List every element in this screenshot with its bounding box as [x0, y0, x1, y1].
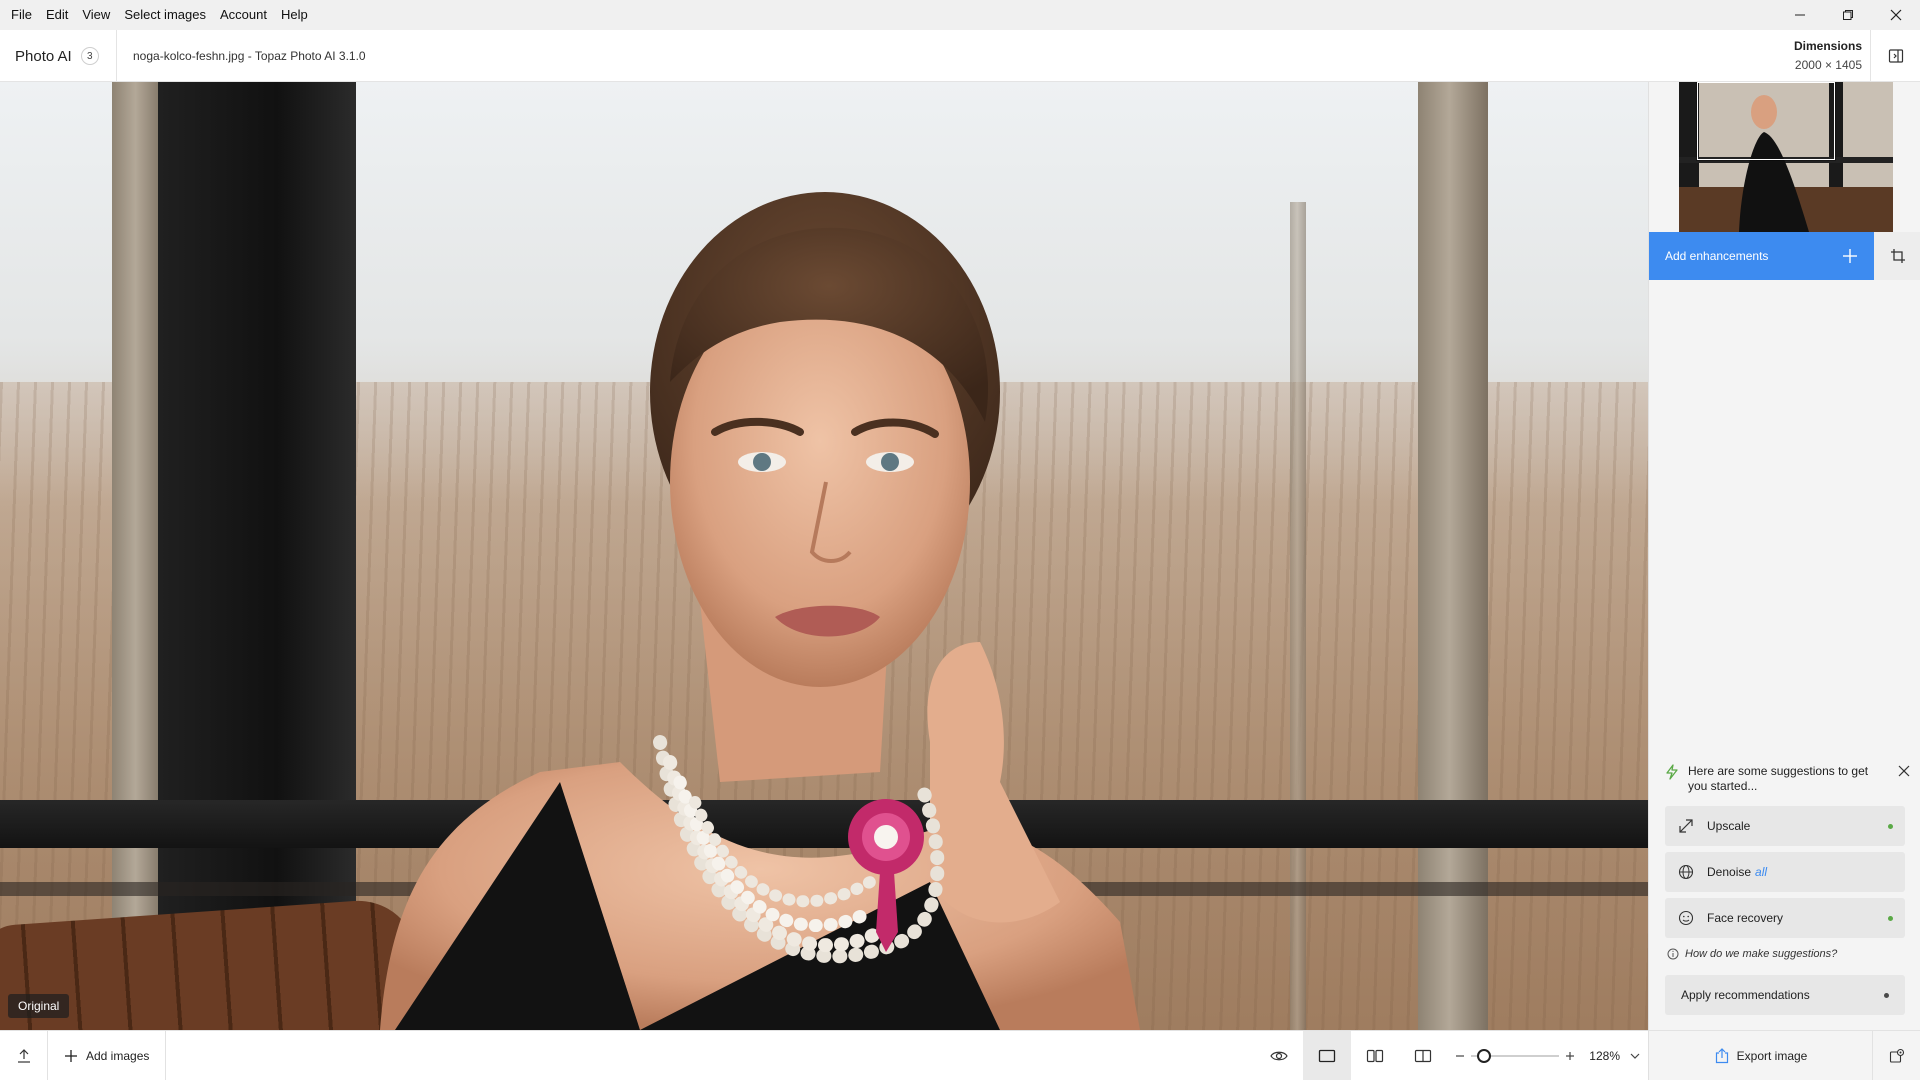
close-window-button[interactable]	[1872, 0, 1920, 30]
eye-icon	[1270, 1051, 1288, 1061]
suggestion-denoise[interactable]: Denoise all	[1665, 852, 1905, 892]
navigator-viewport[interactable]	[1697, 82, 1835, 160]
single-view-button[interactable]	[1303, 1031, 1352, 1080]
menu-select-images[interactable]: Select images	[117, 0, 213, 30]
apply-recommendations-label: Apply recommendations	[1681, 988, 1810, 1002]
minimize-icon	[1795, 14, 1805, 16]
view-mode-label: Original	[8, 994, 70, 1018]
split-view-icon	[1415, 1049, 1432, 1063]
crop-button[interactable]	[1874, 232, 1920, 280]
panel-toggle-button[interactable]	[1870, 30, 1920, 82]
zoom-in-icon[interactable]	[1565, 1051, 1575, 1061]
upload-button[interactable]	[0, 1031, 48, 1080]
how-suggestions-text: How do we make suggestions?	[1685, 948, 1838, 960]
apply-recommendations-button[interactable]: Apply recommendations	[1665, 975, 1905, 1015]
add-enhancements-label: Add enhancements	[1665, 249, 1769, 263]
dimensions-value: 2000 × 1405	[1794, 58, 1862, 72]
menu-file[interactable]: File	[0, 0, 39, 30]
suggestion-face-recovery[interactable]: Face recovery	[1665, 898, 1905, 938]
window-controls	[1776, 0, 1920, 30]
menu-help[interactable]: Help	[274, 0, 315, 30]
suggestion-tag: all	[1755, 865, 1768, 879]
menu-bar: File Edit View Select images Account Hel…	[0, 0, 1920, 30]
dimensions-info: Dimensions 2000 × 1405	[1794, 39, 1862, 72]
zoom-value[interactable]: 128%	[1589, 1049, 1620, 1063]
apply-status-dot	[1884, 992, 1889, 998]
upload-icon	[17, 1049, 30, 1063]
menu-view[interactable]: View	[75, 0, 117, 30]
side-by-side-view-button[interactable]	[1351, 1031, 1399, 1080]
app-name: Photo AI	[15, 47, 72, 65]
restore-button[interactable]	[1824, 0, 1872, 30]
close-suggestions-icon[interactable]	[1898, 765, 1910, 777]
add-images-label: Add images	[86, 1049, 150, 1063]
zoom-slider[interactable]	[1471, 1049, 1560, 1063]
right-panel: Add enhancements Here are some suggestio…	[1648, 82, 1920, 1030]
zoom-slider-handle[interactable]	[1476, 1049, 1491, 1063]
export-area: Export image	[1648, 1030, 1920, 1080]
menu-edit[interactable]: Edit	[39, 0, 75, 30]
preview-toggle-button[interactable]	[1255, 1031, 1303, 1080]
suggestions-header: Here are some suggestions to get you sta…	[1665, 764, 1910, 794]
face-icon	[1677, 909, 1695, 927]
suggestions-intro: Here are some suggestions to get you sta…	[1688, 764, 1869, 793]
restore-icon	[1843, 10, 1853, 20]
how-suggestions-link[interactable]: How do we make suggestions?	[1667, 948, 1837, 960]
zoom-out-icon[interactable]	[1455, 1051, 1465, 1061]
plus-icon	[65, 1050, 77, 1062]
upscale-icon	[1677, 817, 1695, 835]
zoom-control: 128%	[1447, 1049, 1648, 1063]
add-images-button[interactable]: Add images	[48, 1031, 167, 1080]
chevron-down-icon[interactable]	[1630, 1051, 1640, 1061]
side-by-side-icon	[1367, 1049, 1384, 1063]
split-view-button[interactable]	[1399, 1031, 1447, 1080]
lightning-icon	[1666, 764, 1678, 780]
sidebar-toggle-icon	[1888, 49, 1903, 63]
view-tools: 128%	[1255, 1031, 1648, 1080]
app-brand: Photo AI 3	[15, 30, 99, 82]
denoise-icon	[1677, 863, 1695, 881]
export-settings-icon	[1889, 1048, 1904, 1063]
export-icon	[1715, 1048, 1728, 1064]
plus-icon	[1843, 249, 1857, 263]
suggestion-label: Denoise	[1707, 865, 1752, 879]
crop-icon	[1890, 249, 1905, 263]
file-title: noga-kolco-feshn.jpg - Topaz Photo AI 3.…	[133, 49, 366, 63]
dimensions-label: Dimensions	[1793, 39, 1862, 53]
suggestion-label: Face recovery	[1707, 911, 1784, 925]
single-view-icon	[1319, 1049, 1336, 1063]
portrait-figure	[380, 192, 1140, 1030]
export-settings-button[interactable]	[1872, 1031, 1920, 1080]
minimize-button[interactable]	[1776, 0, 1824, 30]
navigator-thumbnail[interactable]	[1679, 82, 1893, 232]
suggestion-status-dot	[1888, 915, 1893, 921]
export-image-label: Export image	[1736, 1049, 1808, 1063]
menu-account[interactable]: Account	[213, 0, 274, 30]
close-icon	[1890, 9, 1902, 21]
info-icon	[1667, 948, 1679, 960]
image-count-badge[interactable]: 3	[80, 47, 99, 65]
add-enhancements-button[interactable]: Add enhancements	[1649, 232, 1874, 280]
suggestion-upscale[interactable]: Upscale	[1665, 806, 1905, 846]
export-image-button[interactable]: Export image	[1649, 1031, 1873, 1080]
suggestion-status-dot	[1888, 823, 1893, 829]
header-divider	[116, 30, 117, 82]
suggestion-label: Upscale	[1707, 819, 1751, 833]
image-canvas[interactable]: Original	[0, 82, 1648, 1030]
bottom-toolbar: Add images 128%	[0, 1030, 1648, 1080]
header-bar: Photo AI 3 noga-kolco-feshn.jpg - Topaz …	[0, 30, 1920, 82]
